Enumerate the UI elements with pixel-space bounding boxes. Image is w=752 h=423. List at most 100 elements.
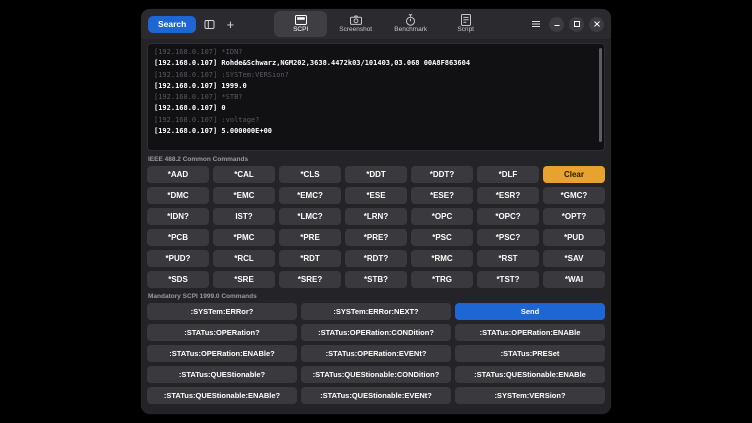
command-button[interactable]: *EMC? (279, 187, 341, 204)
command-button[interactable]: *PSC (411, 229, 473, 246)
command-button[interactable]: *SRE (213, 271, 275, 288)
content-area: [192.168.0.107] *IDN?[192.168.0.107] Roh… (141, 39, 611, 414)
command-button[interactable]: *PRE (279, 229, 341, 246)
command-button[interactable]: :SYSTem:ERRor? (147, 303, 297, 320)
command-button[interactable]: :STATus:OPERation:CONDition? (301, 324, 451, 341)
minimize-button[interactable] (549, 17, 564, 32)
command-button[interactable]: *DDT (345, 166, 407, 183)
command-button[interactable]: :STATus:OPERation:EVENt? (301, 345, 451, 362)
command-button[interactable]: *DDT? (411, 166, 473, 183)
scpi-section-label: Mandatory SCPI 1999.0 Commands (147, 293, 605, 300)
command-button[interactable]: *ESE (345, 187, 407, 204)
command-button[interactable]: *RDT? (345, 250, 407, 267)
close-icon (593, 20, 601, 28)
command-button[interactable]: *CAL (213, 166, 275, 183)
command-button[interactable]: *RMC (411, 250, 473, 267)
sidebar-toggle-button[interactable] (201, 16, 217, 33)
terminal-command-line: [192.168.0.107] :SYSTem:VERSion? (154, 70, 598, 81)
command-button[interactable]: *TRG (411, 271, 473, 288)
command-button[interactable]: :STATus:QUEStionable:CONDition? (301, 366, 451, 383)
camera-icon (350, 14, 362, 26)
menu-button[interactable] (528, 16, 544, 33)
scpi-command-grid: :SYSTem:ERRor?:SYSTem:ERRor:NEXT?Send:ST… (147, 303, 605, 404)
minimize-icon (553, 20, 561, 28)
command-button[interactable]: :STATus:QUEStionable:ENABle (455, 366, 605, 383)
clear-button[interactable]: Clear (543, 166, 605, 183)
command-button[interactable]: *PMC (213, 229, 275, 246)
tab-label: Script (457, 27, 474, 34)
tab-label: SCPI (293, 27, 308, 34)
command-button[interactable]: *SAV (543, 250, 605, 267)
tab-label: Benchmark (394, 27, 427, 34)
command-button[interactable]: *DLF (477, 166, 539, 183)
terminal-scrollbar[interactable] (599, 48, 602, 142)
header-bar: Search + SCPI Screenshot Benchmark Script (141, 9, 611, 39)
maximize-button[interactable] (569, 17, 584, 32)
command-button[interactable]: *RDT (279, 250, 341, 267)
command-button[interactable]: IST? (213, 208, 275, 225)
command-button[interactable]: *SDS (147, 271, 209, 288)
command-button[interactable]: *PUD? (147, 250, 209, 267)
stopwatch-icon (405, 14, 416, 26)
terminal-response-line: [192.168.0.107] 1999.0 (154, 81, 598, 92)
command-button[interactable]: *PRE? (345, 229, 407, 246)
script-icon (461, 14, 471, 26)
command-button[interactable]: *DMC (147, 187, 209, 204)
command-button[interactable]: *SRE? (279, 271, 341, 288)
terminal-command-line: [192.168.0.107] *STB? (154, 92, 598, 103)
terminal: [192.168.0.107] *IDN?[192.168.0.107] Roh… (147, 43, 605, 151)
command-button[interactable]: *LMC? (279, 208, 341, 225)
command-button[interactable]: *ESE? (411, 187, 473, 204)
command-button[interactable]: *IDN? (147, 208, 209, 225)
command-button[interactable]: *ESR? (477, 187, 539, 204)
command-button[interactable]: *CLS (279, 166, 341, 183)
tab-label: Screenshot (339, 27, 372, 34)
sidebar-toggle-icon (204, 19, 215, 30)
ieee-command-grid: *AAD*CAL*CLS*DDT*DDT?*DLFClear*DMC*EMC*E… (147, 166, 605, 288)
tab-script[interactable]: Script (439, 11, 492, 37)
command-button[interactable]: :STATus:QUEStionable:ENABle? (147, 387, 297, 404)
maximize-icon (573, 20, 581, 28)
command-button[interactable]: *AAD (147, 166, 209, 183)
terminal-response-line: [192.168.0.107] Rohde&Schwarz,NGM202,363… (154, 58, 598, 69)
scpi-app-window: Search + SCPI Screenshot Benchmark Script (140, 8, 612, 415)
command-button[interactable]: *TST? (477, 271, 539, 288)
terminal-command-line: [192.168.0.107] :voltage? (154, 115, 598, 126)
command-button[interactable]: *EMC (213, 187, 275, 204)
terminal-command-line: [192.168.0.107] *IDN? (154, 47, 598, 58)
terminal-response-line: [192.168.0.107] 0 (154, 103, 598, 114)
tab-scpi[interactable]: SCPI (274, 11, 327, 37)
command-button[interactable]: :STATus:OPERation:ENABle (455, 324, 605, 341)
command-button[interactable]: *PUD (543, 229, 605, 246)
tab-screenshot[interactable]: Screenshot (329, 11, 382, 37)
command-button[interactable]: *PCB (147, 229, 209, 246)
command-button[interactable]: *GMC? (543, 187, 605, 204)
command-button[interactable]: *PSC? (477, 229, 539, 246)
command-button[interactable]: *WAI (543, 271, 605, 288)
terminal-response-line: [192.168.0.107] 5.000000E+00 (154, 126, 598, 137)
command-button[interactable]: :STATus:QUEStionable:EVENt? (301, 387, 451, 404)
close-button[interactable] (589, 17, 604, 32)
command-button[interactable]: :STATus:OPERation? (147, 324, 297, 341)
hamburger-menu-icon (531, 20, 541, 28)
search-button[interactable]: Search (148, 16, 196, 33)
command-button[interactable]: *RST (477, 250, 539, 267)
command-button[interactable]: :STATus:OPERation:ENABle? (147, 345, 297, 362)
new-tab-button[interactable]: + (222, 16, 238, 33)
send-button[interactable]: Send (455, 303, 605, 320)
command-button[interactable]: *OPT? (543, 208, 605, 225)
command-button[interactable]: *LRN? (345, 208, 407, 225)
ieee-section-label: IEEE 488.2 Common Commands (147, 156, 605, 163)
terminal-lines: [192.168.0.107] *IDN?[192.168.0.107] Roh… (154, 47, 598, 137)
terminal-icon (295, 14, 307, 26)
command-button[interactable]: *OPC? (477, 208, 539, 225)
desktop-background: Search + SCPI Screenshot Benchmark Script (0, 0, 752, 423)
command-button[interactable]: :STATus:QUEStionable? (147, 366, 297, 383)
command-button[interactable]: *STB? (345, 271, 407, 288)
tab-benchmark[interactable]: Benchmark (384, 11, 437, 37)
command-button[interactable]: :SYSTem:VERSion? (455, 387, 605, 404)
command-button[interactable]: *RCL (213, 250, 275, 267)
command-button[interactable]: :STATus:PRESet (455, 345, 605, 362)
command-button[interactable]: :SYSTem:ERRor:NEXT? (301, 303, 451, 320)
command-button[interactable]: *OPC (411, 208, 473, 225)
